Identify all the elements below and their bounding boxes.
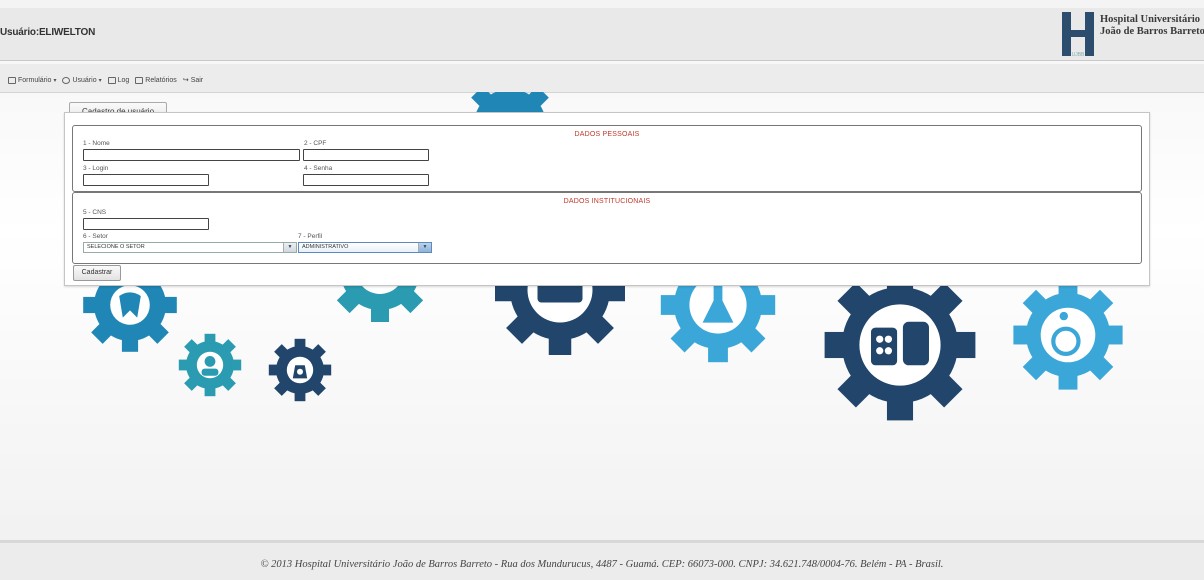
nurse-gear-icon: [178, 333, 242, 397]
cns-input[interactable]: [83, 218, 209, 230]
nome-input[interactable]: [83, 149, 300, 161]
menu-usuario-label: Usuário: [72, 76, 97, 84]
chevron-down-icon: ▾: [98, 77, 102, 84]
user-icon: [62, 76, 71, 84]
form-icon: [8, 76, 16, 84]
senha-input[interactable]: [303, 174, 429, 186]
cadastrar-button[interactable]: Cadastrar: [73, 265, 121, 281]
weight-scale-gear-icon: [268, 338, 332, 402]
menu-usuario[interactable]: Usuário ▾: [62, 76, 102, 84]
menu-sair[interactable]: ↪ Sair: [182, 76, 204, 85]
login-label: 3 - Login: [83, 165, 109, 172]
chevron-down-icon: ▼: [418, 243, 431, 252]
cpf-input[interactable]: [303, 149, 429, 161]
nome-label: 1 - Nome: [83, 140, 110, 147]
menu-log[interactable]: Log: [107, 76, 130, 84]
senha-label: 4 - Senha: [304, 165, 333, 172]
logged-user-label: Usuário:ELIWELTON: [0, 27, 96, 38]
perfil-selected-value: ADMINISTRATIVO: [302, 244, 349, 250]
perfil-label: 7 - Perfil: [298, 233, 323, 240]
report-icon: [135, 76, 144, 84]
cpf-label: 2 - CPF: [304, 140, 327, 147]
section-institutional-title: DADOS INSTITUCIONAIS: [563, 198, 651, 205]
menu-formulario-label: Formulário: [18, 76, 52, 84]
exit-icon: ↪: [182, 77, 189, 84]
login-input[interactable]: [83, 174, 209, 186]
menu-relatorios-label: Relatórios: [145, 76, 177, 84]
hospital-name: Hospital Universitário João de Barros Ba…: [1100, 14, 1204, 38]
top-header: Usuário:ELIWELTON UJBB Hospital Universi…: [0, 8, 1204, 61]
hospital-logo-icon: UJBB: [1062, 12, 1094, 58]
wheelchair-gear-icon: [1013, 280, 1123, 390]
setor-select[interactable]: SELECIONE O SETOR ▼: [83, 242, 297, 253]
setor-label: 6 - Setor: [83, 233, 108, 240]
chevron-down-icon: ▼: [283, 243, 296, 252]
log-icon: [107, 76, 116, 84]
menu-sair-label: Sair: [190, 76, 204, 84]
main-menu-bar: Formulário ▾ Usuário ▾ Log Relatórios ↪ …: [0, 64, 1204, 93]
section-personal-title: DADOS PESSOAIS: [574, 131, 640, 138]
setor-selected-value: SELECIONE O SETOR: [87, 244, 145, 250]
menu-formulario[interactable]: Formulário ▾: [8, 76, 56, 84]
logo-text: UJBB: [1072, 52, 1085, 58]
perfil-select[interactable]: ADMINISTRATIVO ▼: [298, 242, 432, 253]
menu-relatorios[interactable]: Relatórios: [135, 76, 177, 84]
hospital-name-line1: Hospital Universitário: [1100, 14, 1201, 25]
hospital-name-line2: João de Barros Barreto: [1100, 26, 1204, 37]
menu-log-label: Log: [117, 76, 130, 84]
footer-copyright: © 2013 Hospital Universitário João de Ba…: [260, 559, 944, 570]
medication-gear-icon: [824, 269, 976, 421]
chevron-down-icon: ▾: [53, 77, 57, 84]
section-institutional-data: DADOS INSTITUCIONAIS: [72, 192, 1142, 264]
cns-label: 5 - CNS: [83, 209, 107, 216]
page-footer: © 2013 Hospital Universitário João de Ba…: [0, 540, 1204, 580]
